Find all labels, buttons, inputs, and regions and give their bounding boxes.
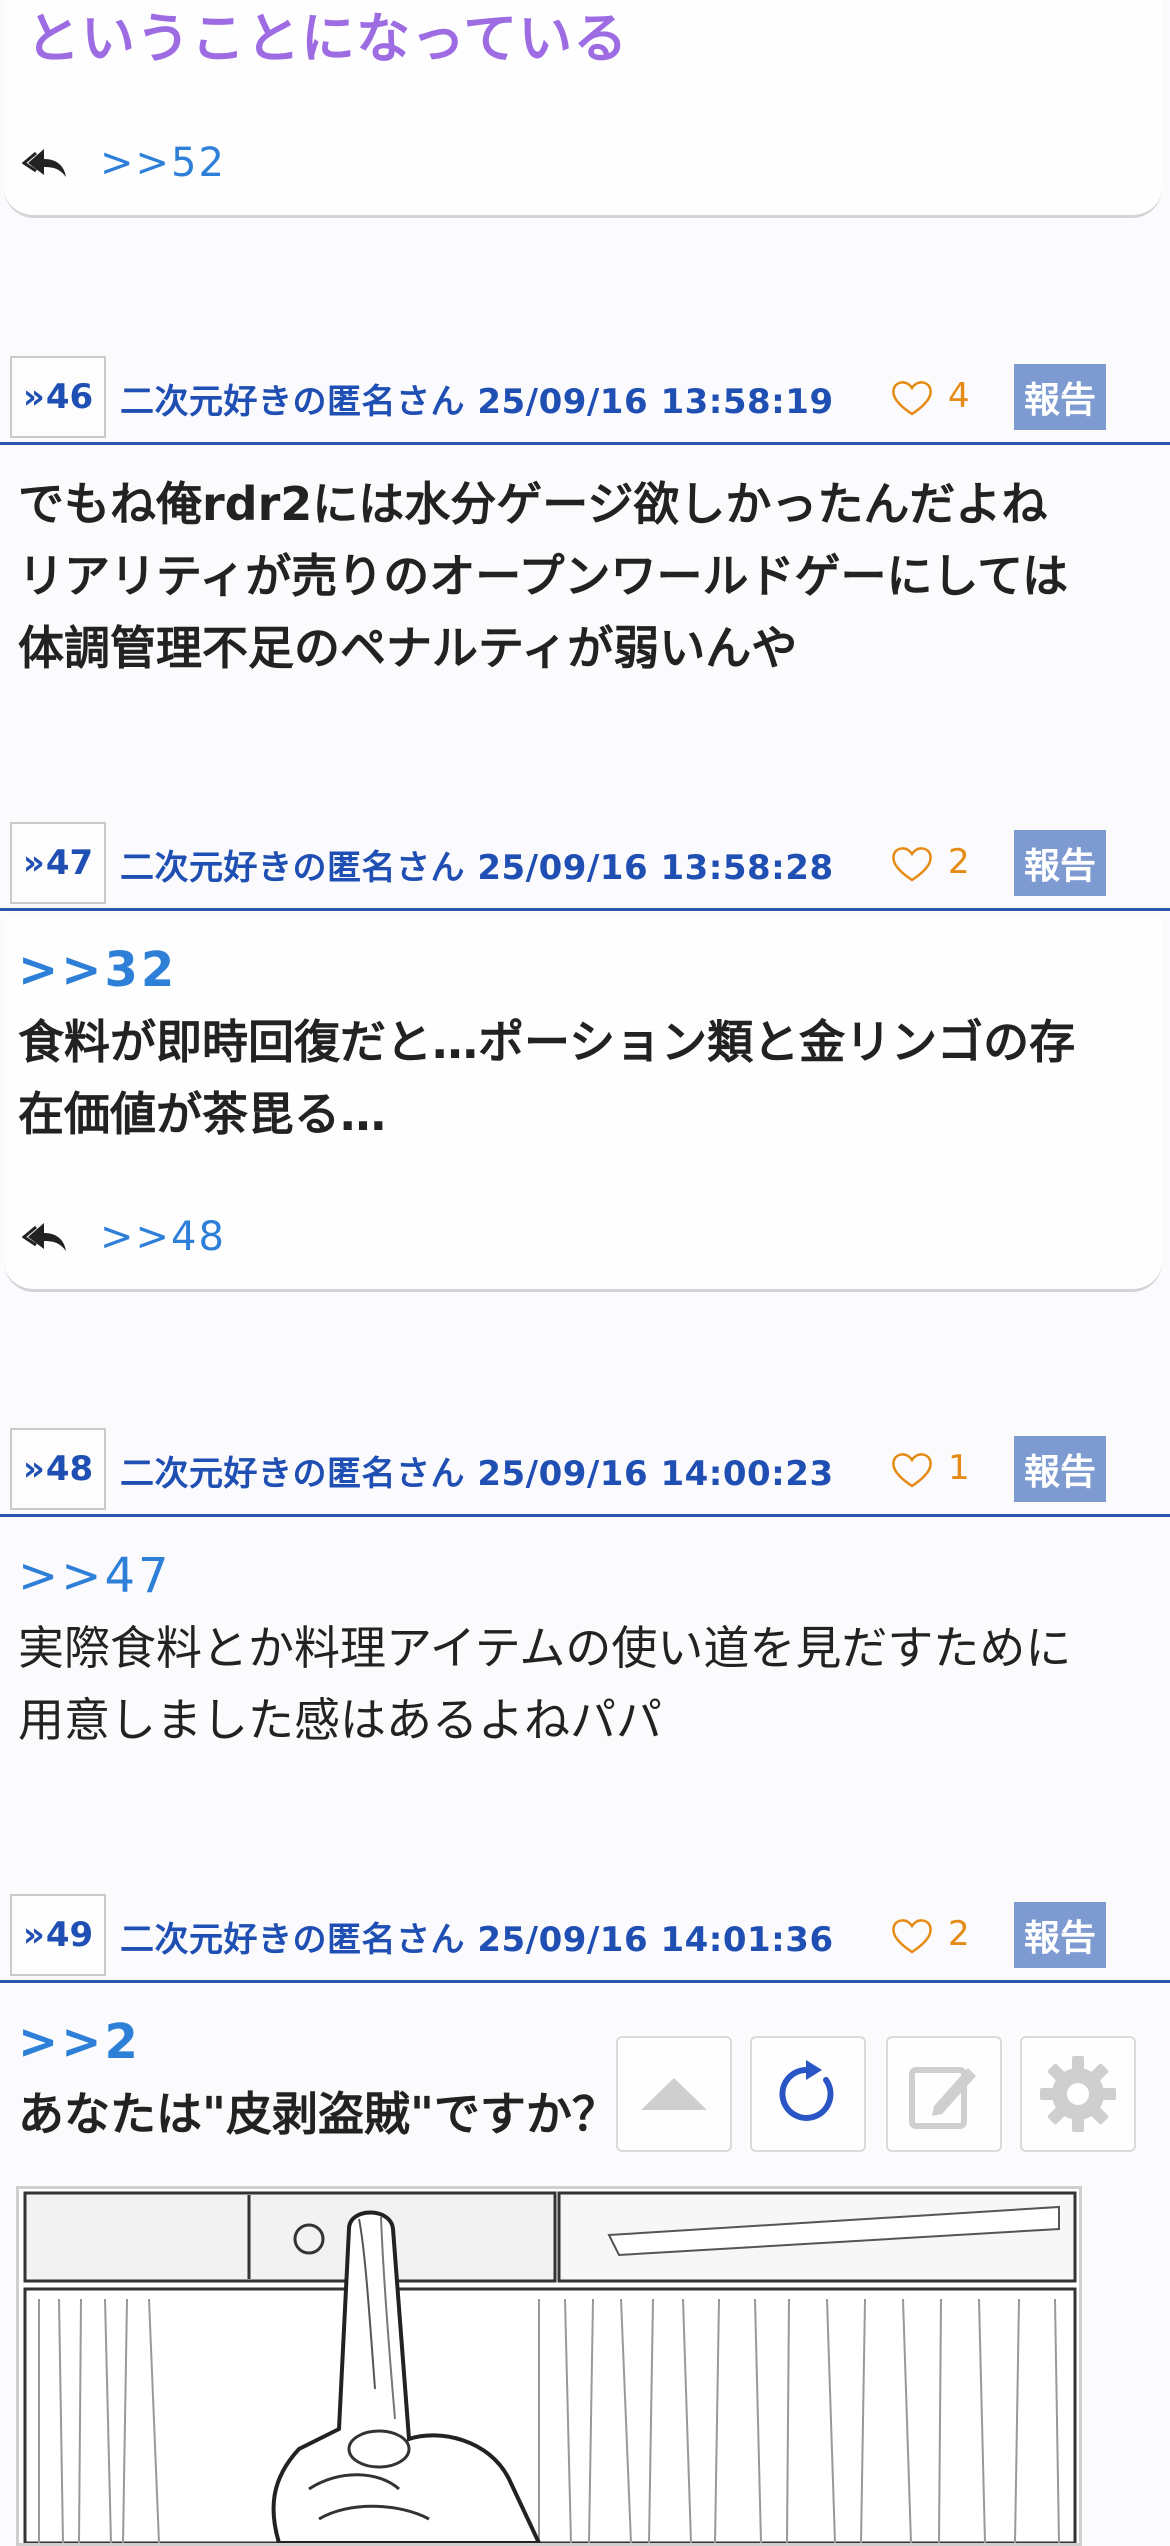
settings-button[interactable] <box>1020 2036 1136 2152</box>
post-datetime: 25/09/16 14:01:36 <box>477 1920 834 1960</box>
edit-button[interactable] <box>886 2036 1002 2152</box>
manga-panel-image <box>19 2189 1079 2543</box>
post-body-line: リアリティが売りのオープンワールドゲーにしては <box>18 549 1069 603</box>
reply-all-icon <box>22 149 66 177</box>
like-count: 1 <box>948 1448 970 1488</box>
post-author: 二次元好きの匿名さん <box>120 1454 465 1494</box>
heart-icon[interactable] <box>890 378 934 418</box>
post-number-button[interactable]: » 47 <box>10 822 106 904</box>
post-header: » 47 二次元好きの匿名さん 25/09/16 13:58:28 2 報告 <box>0 822 1170 911</box>
previous-post-tail-text: ということになっている <box>26 7 629 70</box>
post-author-datetime: 二次元好きの匿名さん 25/09/16 13:58:19 <box>120 374 834 423</box>
double-chevron-icon: » <box>22 1449 45 1489</box>
post-number: 46 <box>45 377 94 417</box>
reply-anchor-link[interactable]: >>2 <box>18 2014 141 2070</box>
like-count: 4 <box>948 376 970 416</box>
post-datetime: 25/09/16 13:58:28 <box>477 848 834 888</box>
previous-post-reply-row: >>52 <box>22 140 226 186</box>
like-count: 2 <box>948 1914 970 1954</box>
post-number: 49 <box>45 1915 94 1955</box>
post-author-datetime: 二次元好きの匿名さん 25/09/16 14:01:36 <box>120 1912 834 1961</box>
reply-link[interactable]: >>52 <box>100 140 226 186</box>
post-number-button[interactable]: » 48 <box>10 1428 106 1510</box>
like-count: 2 <box>948 842 970 882</box>
post-body-line: でもね俺rdr2には水分ゲージ欲しかったんだよね <box>18 477 1048 531</box>
post-reply-row: >>48 <box>22 1214 226 1260</box>
post-body: でもね俺rdr2には水分ゲージ欲しかったんだよね リアリティが売りのオープンワー… <box>18 468 1158 684</box>
heart-icon[interactable] <box>890 1916 934 1956</box>
post-number-button[interactable]: » 49 <box>10 1894 106 1976</box>
post-body-line: 体調管理不足のペナルティが弱いんや <box>18 621 798 675</box>
post-author: 二次元好きの匿名さん <box>120 382 465 422</box>
scroll-top-icon <box>641 2078 707 2110</box>
refresh-button[interactable] <box>750 2036 866 2152</box>
post-datetime: 25/09/16 14:00:23 <box>477 1454 834 1494</box>
post-body-line: 用意しました感はあるよねパパ <box>18 1693 662 1747</box>
double-chevron-icon: » <box>22 843 45 883</box>
reply-anchor-link[interactable]: >>32 <box>18 942 177 998</box>
report-button[interactable]: 報告 <box>1014 364 1106 430</box>
report-button[interactable]: 報告 <box>1014 1436 1106 1502</box>
post-body: 実際食料とか料理アイテムの使い道を見だすために 用意しました感はあるよねパパ <box>18 1612 1158 1756</box>
reply-link[interactable]: >>48 <box>100 1214 226 1260</box>
post-author: 二次元好きの匿名さん <box>120 1920 465 1960</box>
scroll-top-button[interactable] <box>616 2036 732 2152</box>
refresh-icon <box>779 2060 834 2121</box>
post-datetime: 25/09/16 13:58:19 <box>477 382 834 422</box>
report-button[interactable]: 報告 <box>1014 830 1106 896</box>
post-author-datetime: 二次元好きの匿名さん 25/09/16 13:58:28 <box>120 840 834 889</box>
post-body-line: 食料が即時回復だと…ポーション類と金リンゴの存 <box>18 1015 1076 1069</box>
post-header: » 49 二次元好きの匿名さん 25/09/16 14:01:36 2 報告 <box>0 1894 1170 1983</box>
edit-icon <box>909 2067 976 2129</box>
reply-all-icon <box>22 1223 66 1251</box>
reply-anchor-link[interactable]: >>47 <box>18 1548 172 1604</box>
settings-icon <box>1040 2056 1116 2132</box>
post-body-line: 在価値が茶毘る… <box>18 1087 386 1141</box>
post-body: 食料が即時回復だと…ポーション類と金リンゴの存 在価値が茶毘る… <box>18 1006 1158 1150</box>
post-number: 48 <box>45 1449 94 1489</box>
attached-image[interactable] <box>16 2186 1082 2546</box>
double-chevron-icon: » <box>22 377 45 417</box>
post-header: » 48 二次元好きの匿名さん 25/09/16 14:00:23 1 報告 <box>0 1428 1170 1517</box>
post-author: 二次元好きの匿名さん <box>120 848 465 888</box>
post-number-button[interactable]: » 46 <box>10 356 106 438</box>
heart-icon[interactable] <box>890 1450 934 1490</box>
header-divider <box>0 442 1170 445</box>
post-header: » 46 二次元好きの匿名さん 25/09/16 13:58:19 4 報告 <box>0 356 1170 445</box>
header-divider <box>0 1514 1170 1517</box>
post-number: 47 <box>45 843 94 883</box>
header-divider <box>0 908 1170 911</box>
header-divider <box>0 1980 1170 1983</box>
post-author-datetime: 二次元好きの匿名さん 25/09/16 14:00:23 <box>120 1446 834 1495</box>
report-button[interactable]: 報告 <box>1014 1902 1106 1968</box>
double-chevron-icon: » <box>22 1915 45 1955</box>
post-body-line: 実際食料とか料理アイテムの使い道を見だすために <box>18 1621 1072 1675</box>
heart-icon[interactable] <box>890 844 934 884</box>
